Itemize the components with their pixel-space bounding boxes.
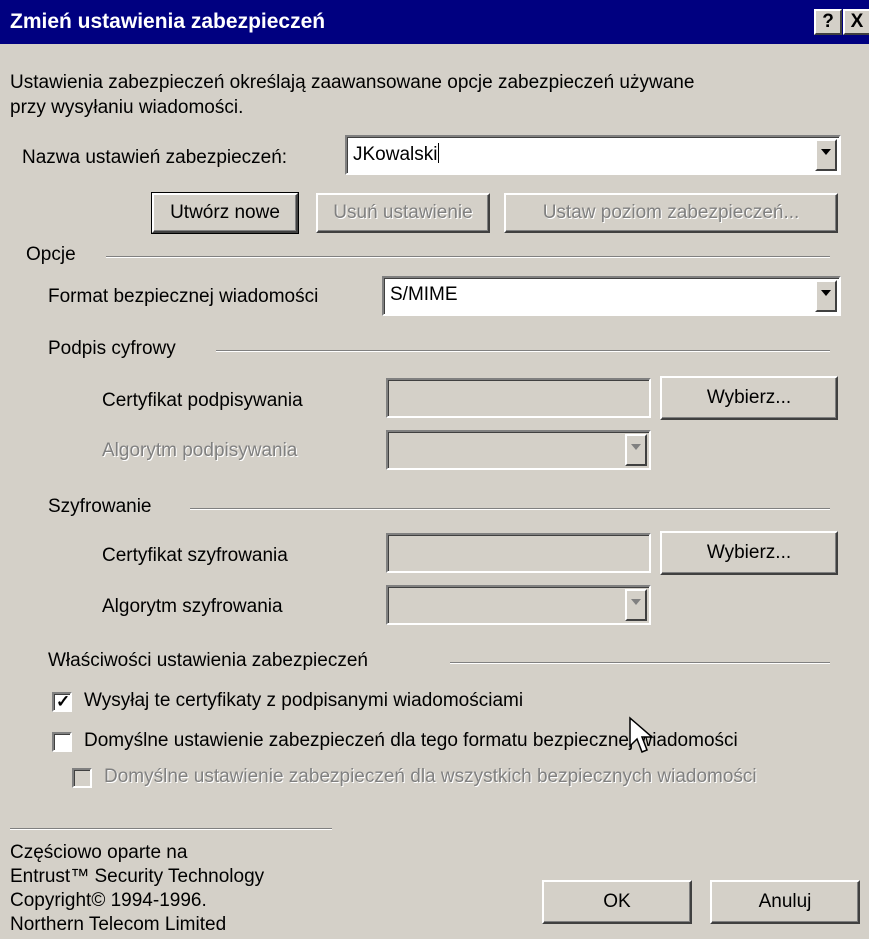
name-label: Nazwa ustawień zabezpieczeń: — [22, 147, 288, 168]
description-line-2: przy wysyłaniu wiadomości. — [10, 97, 244, 118]
create-new-button[interactable]: Utwórz nowe — [151, 192, 299, 234]
send-certs-label[interactable]: Wysyłaj te certyfikaty z podpisanymi wia… — [84, 690, 523, 712]
format-dropdown-icon[interactable] — [815, 280, 837, 312]
options-divider — [106, 256, 830, 258]
security-settings-dialog: Zmień ustawienia zabezpieczeń ? X Ustawi… — [0, 0, 869, 939]
footer-line-2: Entrust™ Security Technology — [10, 866, 265, 887]
name-dropdown-icon[interactable] — [815, 139, 837, 171]
title-bar: Zmień ustawienia zabezpieczeń ? X — [0, 0, 869, 44]
sign-alg-combobox[interactable] — [386, 430, 651, 470]
default-all-label[interactable]: Domyślne ustawienie zabezpieczeń dla wsz… — [104, 766, 757, 788]
name-combobox[interactable]: JKowalski — [345, 135, 841, 175]
cancel-button[interactable]: Anuluj — [710, 880, 860, 924]
description-line-1: Ustawienia zabezpieczeń określają zaawan… — [10, 72, 695, 93]
checkmark-icon: ✓ — [56, 692, 71, 711]
delete-setting-button[interactable]: Usuń ustawienie — [316, 193, 490, 233]
sign-alg-label: Algorytm podpisywania — [102, 440, 298, 461]
sign-cert-field[interactable] — [386, 378, 651, 418]
send-certs-checkbox[interactable]: ✓ — [52, 692, 72, 712]
footer-divider — [10, 828, 332, 830]
set-security-level-button[interactable]: Ustaw poziom zabezpieczeń... — [504, 193, 838, 233]
enc-alg-combobox[interactable] — [386, 585, 651, 625]
options-group-label: Opcje — [26, 244, 76, 265]
default-all-checkbox[interactable] — [72, 768, 92, 788]
sign-cert-label: Certyfikat podpisywania — [102, 390, 303, 411]
default-format-checkbox[interactable] — [52, 732, 72, 752]
choose-sign-cert-button[interactable]: Wybierz... — [660, 376, 838, 420]
help-button[interactable]: ? — [814, 9, 842, 35]
enc-alg-dropdown-icon[interactable] — [625, 589, 647, 621]
encryption-group-label: Szyfrowanie — [48, 496, 152, 517]
ok-button[interactable]: OK — [542, 880, 692, 924]
choose-enc-cert-button[interactable]: Wybierz... — [660, 531, 838, 575]
signature-divider — [216, 350, 830, 352]
format-combobox[interactable]: S/MIME — [382, 276, 841, 316]
enc-alg-label: Algorytm szyfrowania — [102, 596, 283, 617]
sign-alg-dropdown-icon[interactable] — [625, 434, 647, 466]
format-value: S/MIME — [390, 284, 458, 305]
properties-divider — [450, 662, 830, 664]
footer-line-1: Częściowo oparte na — [10, 842, 188, 863]
properties-group-label: Właściwości ustawienia zabezpieczeń — [48, 650, 368, 671]
signature-group-label: Podpis cyfrowy — [48, 338, 176, 359]
footer-line-4: Northern Telecom Limited — [10, 914, 227, 935]
footer-line-3: Copyright© 1994-1996. — [10, 890, 207, 911]
enc-cert-label: Certyfikat szyfrowania — [102, 545, 288, 566]
format-label: Format bezpiecznej wiadomości — [48, 286, 319, 307]
mouse-pointer-icon — [629, 716, 654, 753]
encryption-divider — [190, 508, 830, 510]
close-button[interactable]: X — [843, 9, 869, 35]
enc-cert-field[interactable] — [386, 533, 651, 573]
dialog-title: Zmień ustawienia zabezpieczeń — [10, 10, 326, 33]
name-value: JKowalski — [353, 143, 440, 165]
